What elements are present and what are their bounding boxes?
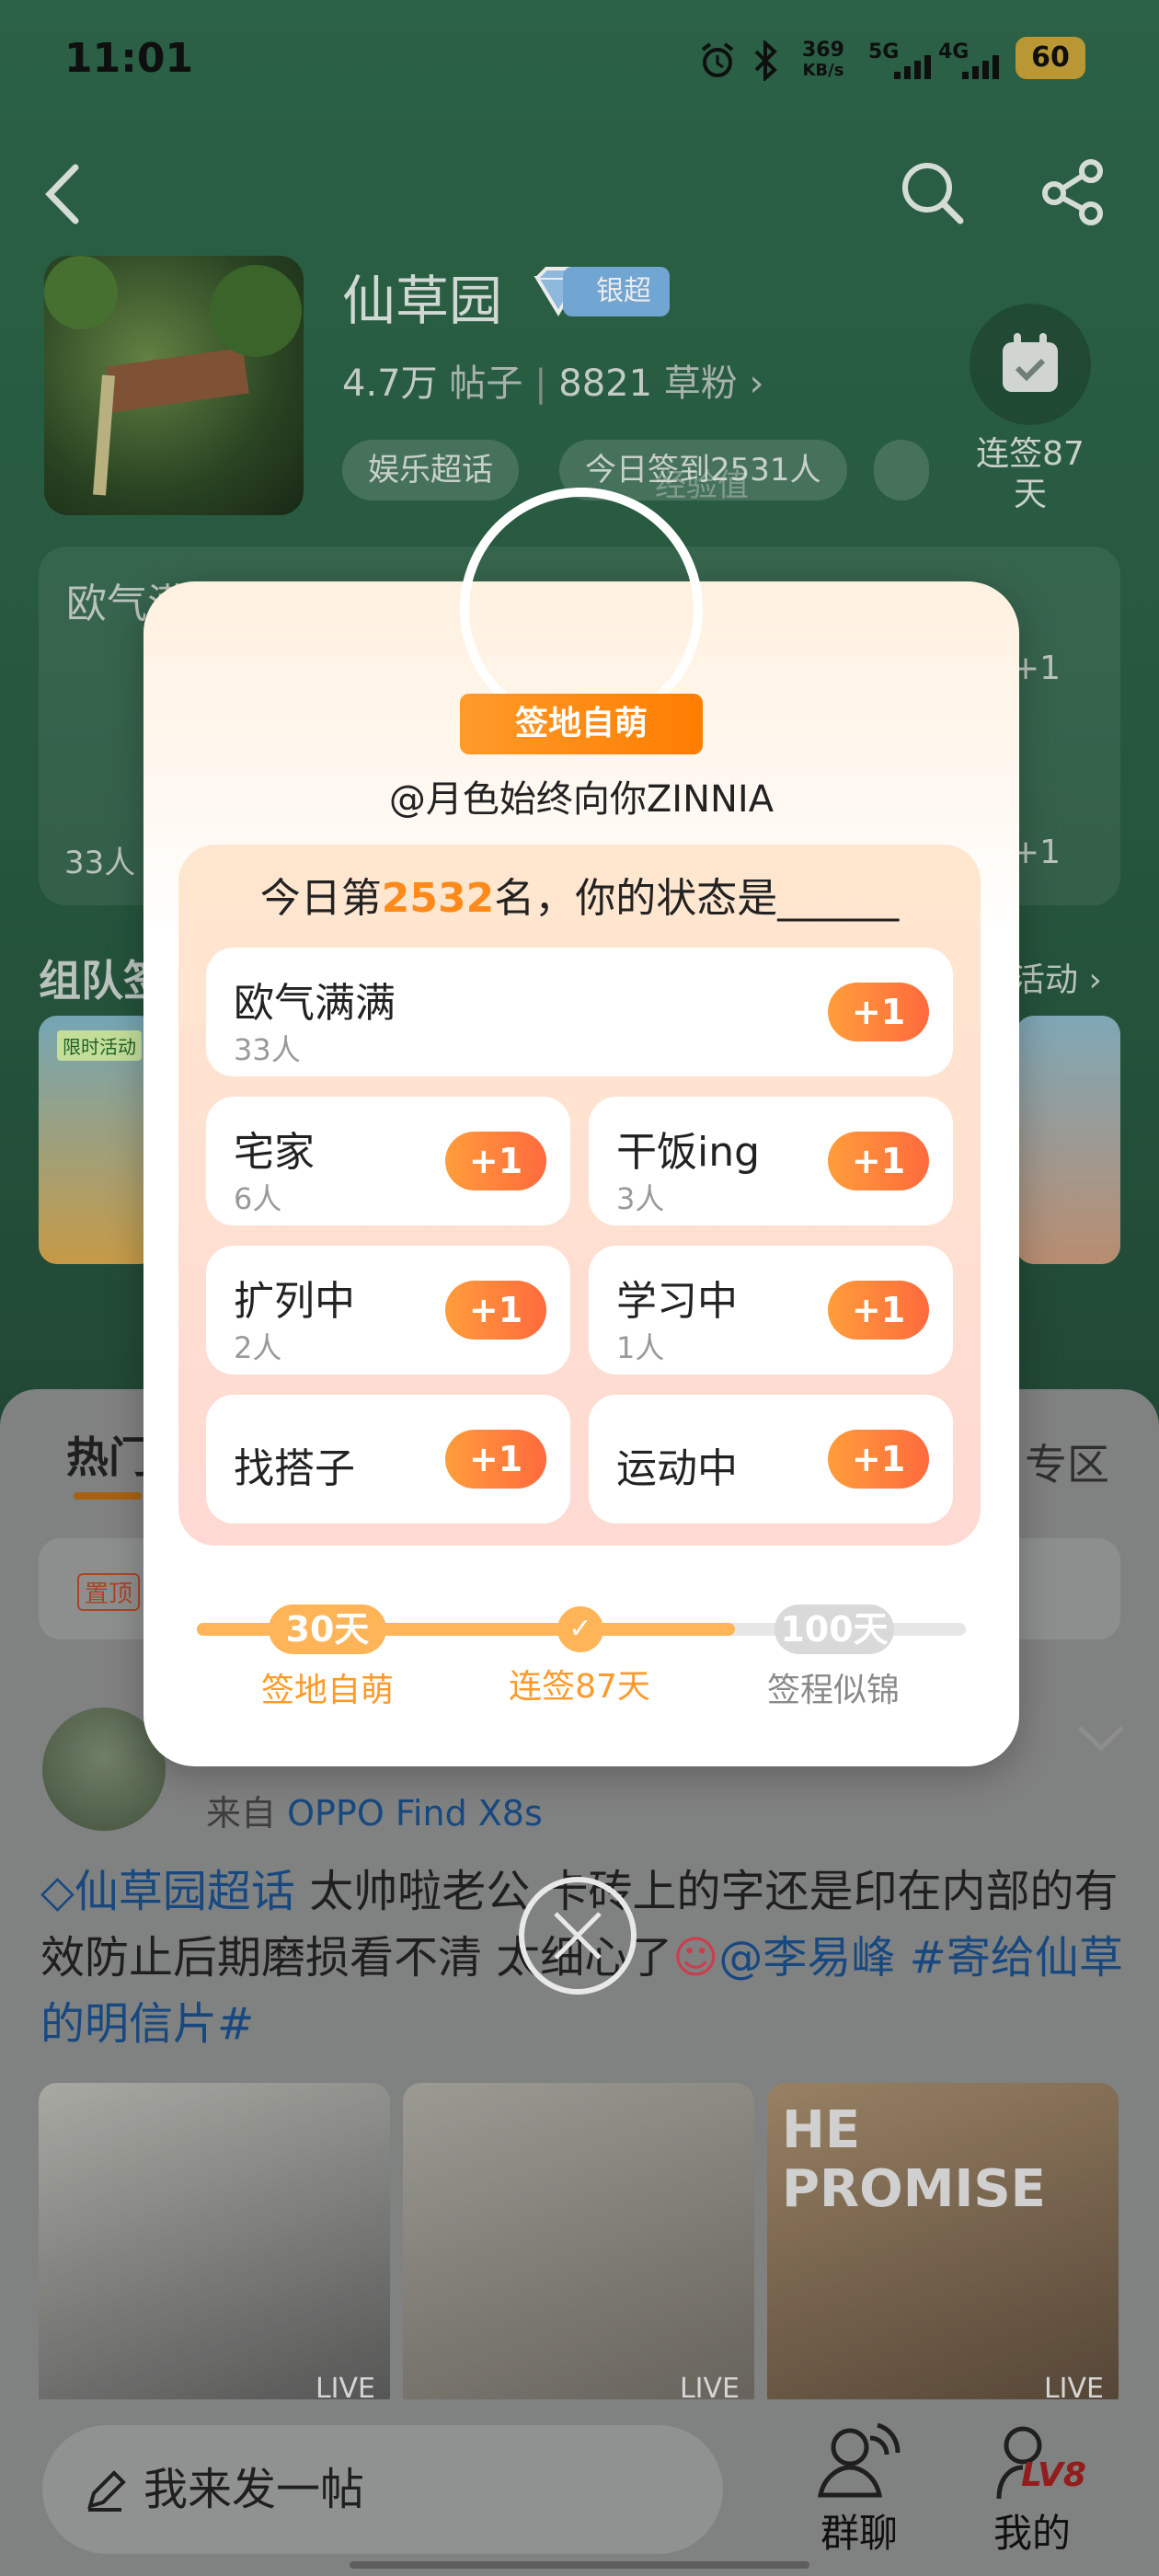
- plus-one-button[interactable]: +1: [445, 1132, 546, 1190]
- milestone-30-label: 签地自萌: [260, 1672, 394, 1709]
- plus-one-button[interactable]: +1: [828, 1430, 929, 1489]
- option-exercising[interactable]: 运动中 +1: [589, 1395, 953, 1524]
- option-homebody[interactable]: 宅家 6人 +1: [206, 1097, 570, 1225]
- modal-username: @月色始终向你ZINNIA: [388, 778, 775, 821]
- milestone-100-label: 签程似锦: [766, 1672, 900, 1709]
- close-icon: [554, 1912, 602, 1960]
- plus-one-button[interactable]: +1: [445, 1281, 546, 1340]
- option-studying[interactable]: 学习中 1人 +1: [589, 1246, 953, 1374]
- milestone-current-label: 连签87天: [509, 1668, 650, 1706]
- checkin-ribbon: 签地自萌: [460, 694, 703, 754]
- status-question: 今日第2532名，你的状态是______: [259, 875, 900, 922]
- plus-one-button[interactable]: +1: [828, 983, 929, 1041]
- option-eating[interactable]: 干饭ing 3人 +1: [589, 1097, 953, 1225]
- close-button[interactable]: [519, 1877, 637, 1995]
- plus-one-button[interactable]: +1: [445, 1430, 546, 1489]
- milestone-100-pill: 100天: [775, 1604, 894, 1654]
- milestone-current-check-icon: ✓: [557, 1606, 603, 1652]
- plus-one-button[interactable]: +1: [828, 1132, 929, 1190]
- option-lucky[interactable]: 欧气满满 33人 +1: [206, 948, 953, 1076]
- milestone-30-pill: 30天: [269, 1604, 386, 1654]
- option-making-friends[interactable]: 扩列中 2人 +1: [206, 1246, 570, 1374]
- option-find-partner[interactable]: 找搭子 +1: [206, 1395, 570, 1524]
- plus-one-button[interactable]: +1: [828, 1281, 929, 1340]
